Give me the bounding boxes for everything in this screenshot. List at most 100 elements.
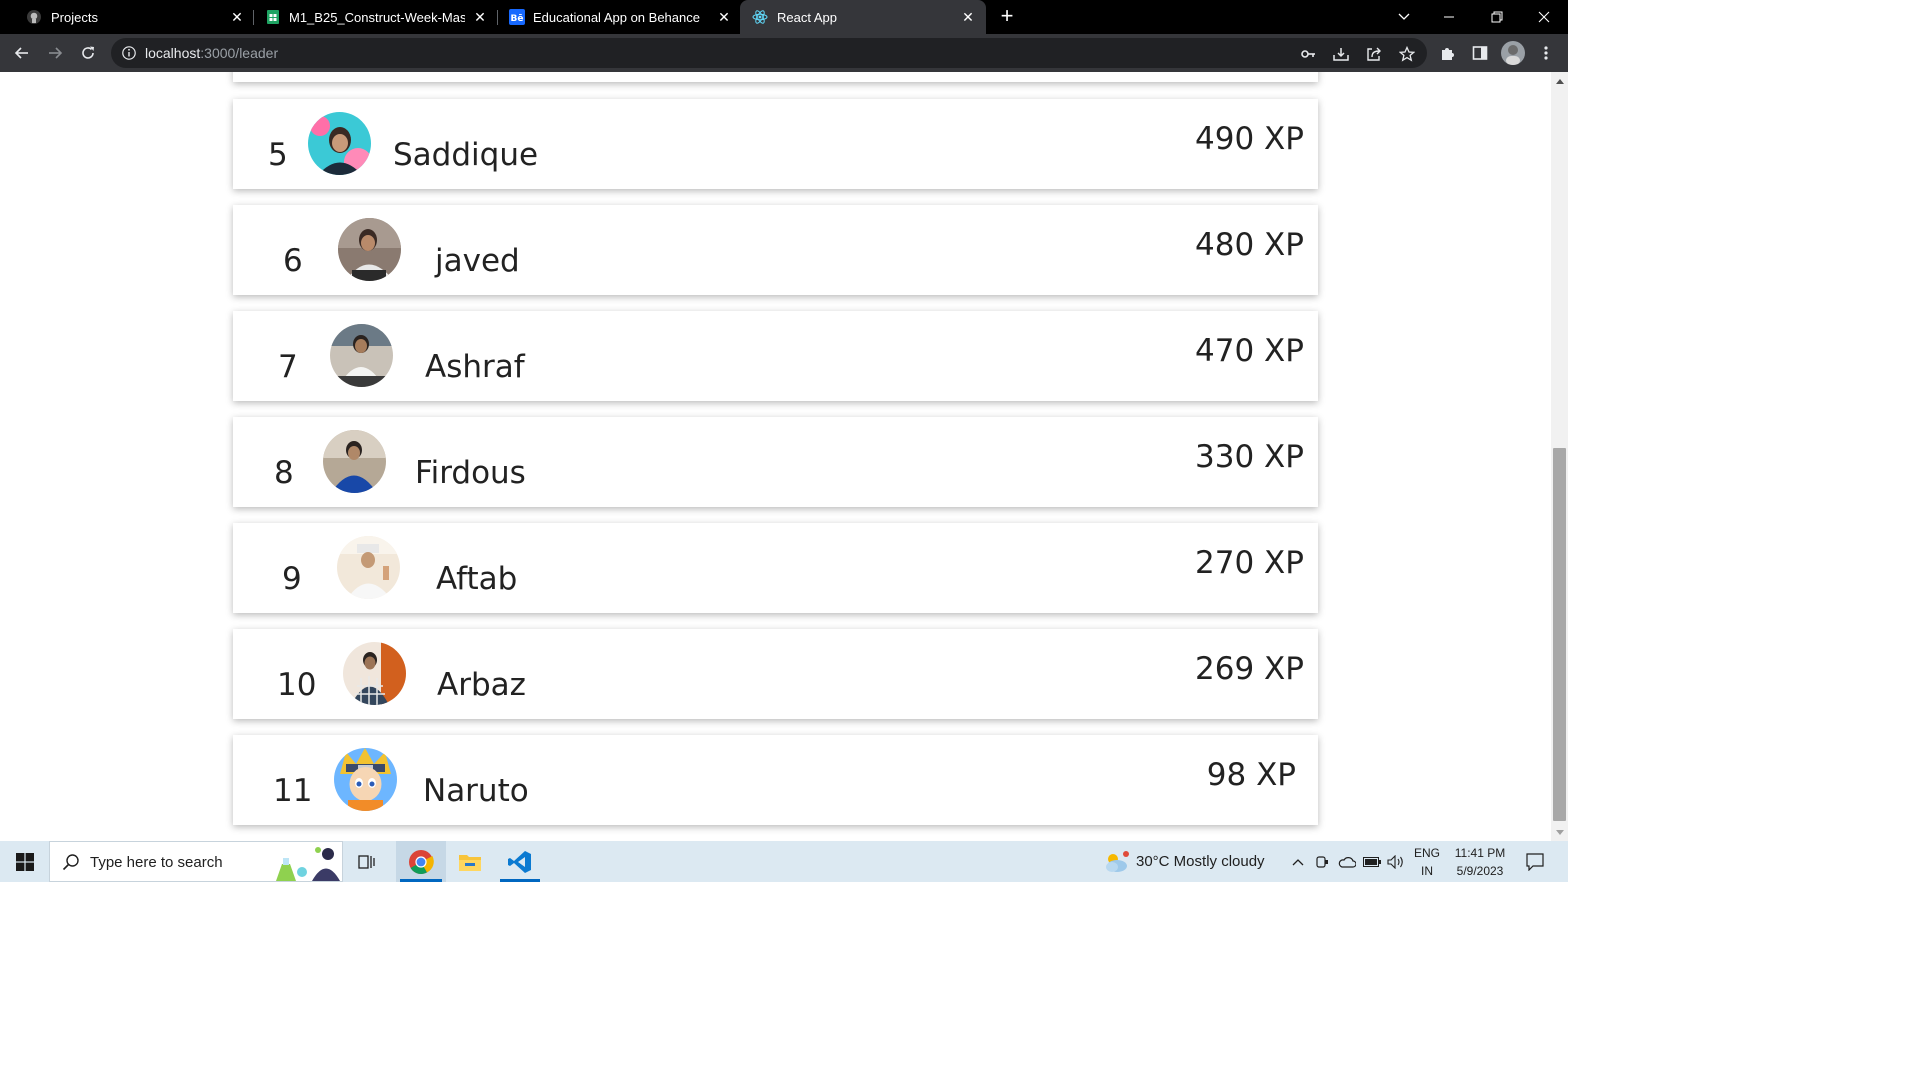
leaderboard-row: 9 Aftab 270 XP <box>233 523 1318 613</box>
reload-icon[interactable] <box>77 42 99 64</box>
address-bar[interactable]: localhost:3000/leader <box>111 38 1427 68</box>
user-avatar <box>337 536 400 599</box>
scroll-up-arrow-icon[interactable] <box>1551 74 1568 88</box>
back-arrow-icon[interactable] <box>11 42 33 64</box>
active-app-indicator <box>500 879 540 882</box>
active-app-indicator <box>400 879 442 882</box>
vscode-taskbar-icon[interactable] <box>496 841 544 882</box>
forward-arrow-icon[interactable] <box>44 42 66 64</box>
side-panel-icon[interactable] <box>1469 42 1491 64</box>
google-sheets-icon <box>265 9 281 25</box>
windows-start-icon[interactable] <box>0 841 49 882</box>
tab-title: M1_B25_Construct-Week-Master <box>289 10 465 25</box>
tab-search-icon[interactable] <box>1392 6 1416 28</box>
windows-taskbar: Type here to search 30°C Mostly cloudy E… <box>0 841 1568 882</box>
window-close-icon[interactable] <box>1532 6 1556 28</box>
xp-score: 98 XP <box>1206 757 1296 793</box>
url-text: localhost:3000/leader <box>145 45 278 61</box>
battery-icon[interactable] <box>1361 841 1383 882</box>
rank-number: 6 <box>283 243 303 279</box>
user-avatar <box>334 748 397 811</box>
volume-speaker-icon[interactable] <box>1385 841 1407 882</box>
leaderboard-row: 11 Naruto 98 XP <box>233 735 1318 825</box>
user-name: Naruto <box>423 773 529 809</box>
bookmark-star-icon[interactable] <box>1398 45 1416 63</box>
xp-score: 269 XP <box>1195 651 1304 687</box>
restore-icon[interactable] <box>1485 6 1509 28</box>
behance-icon: Bē <box>509 9 525 25</box>
show-hidden-icons-chevron-icon[interactable] <box>1290 841 1306 882</box>
install-app-icon[interactable] <box>1332 45 1350 63</box>
scrollbar-thumb[interactable] <box>1553 448 1566 821</box>
tab-react-app[interactable]: React App ✕ <box>740 0 986 34</box>
search-highlight-illustration-icon <box>268 842 342 881</box>
key-icon[interactable] <box>1299 45 1317 63</box>
leaderboard-row: 10 Arbaz 269 XP <box>233 629 1318 719</box>
tab-title: React App <box>777 10 837 25</box>
tab-title: Educational App on Behance <box>533 10 700 25</box>
xp-score: 490 XP <box>1195 121 1304 157</box>
user-name: javed <box>435 243 520 279</box>
search-icon <box>62 853 80 871</box>
weather-cloud-icon[interactable] <box>1100 841 1132 882</box>
clock-date[interactable]: 5/9/2023 <box>1448 864 1512 878</box>
site-info-icon[interactable] <box>121 45 137 61</box>
leaderboard-card-partial <box>233 72 1318 82</box>
vertical-scrollbar[interactable] <box>1551 72 1568 841</box>
behance-label: Bē <box>511 14 524 24</box>
leaderboard-row: 5 Saddique 490 XP <box>233 99 1318 189</box>
meet-now-icon[interactable] <box>1313 841 1331 882</box>
user-name: Arbaz <box>437 667 526 703</box>
rank-number: 9 <box>282 561 302 597</box>
onedrive-cloud-icon[interactable] <box>1336 841 1358 882</box>
close-icon[interactable]: ✕ <box>228 8 246 26</box>
browser-toolbar: localhost:3000/leader <box>0 34 1568 72</box>
user-avatar <box>308 112 371 175</box>
close-icon[interactable]: ✕ <box>959 8 977 26</box>
rank-number: 10 <box>277 667 317 703</box>
scroll-down-arrow-icon[interactable] <box>1551 825 1568 839</box>
leaderboard-row: 8 Firdous 330 XP <box>233 417 1318 507</box>
language-indicator-top[interactable]: ENG <box>1412 846 1442 860</box>
new-tab-button[interactable]: + <box>996 5 1018 28</box>
user-avatar <box>330 324 393 387</box>
task-view-icon[interactable] <box>352 841 382 882</box>
user-name: Ashraf <box>425 349 525 385</box>
close-icon[interactable]: ✕ <box>471 8 489 26</box>
url-path: :3000/leader <box>200 45 279 61</box>
xp-score: 270 XP <box>1195 545 1304 581</box>
taskbar-search-box[interactable]: Type here to search <box>49 841 343 882</box>
rank-number: 11 <box>273 773 313 809</box>
xp-score: 330 XP <box>1195 439 1304 475</box>
profile-avatar[interactable] <box>1501 41 1525 65</box>
xp-score: 470 XP <box>1195 333 1304 369</box>
chrome-taskbar-icon[interactable] <box>396 841 446 882</box>
clock-time[interactable]: 11:41 PM <box>1448 846 1512 860</box>
leaderboard-row: 6 javed 480 XP <box>233 205 1318 295</box>
xp-score: 480 XP <box>1195 227 1304 263</box>
file-explorer-icon[interactable] <box>446 841 494 882</box>
tab-sheets[interactable]: M1_B25_Construct-Week-Master ✕ <box>251 0 495 34</box>
page-viewport: 5 Saddique 490 XP 6 javed 480 XP 7 Ashra… <box>0 72 1551 841</box>
notification-center-icon[interactable] <box>1518 841 1552 882</box>
tab-projects[interactable]: Projects ✕ <box>6 0 250 34</box>
user-name: Firdous <box>415 455 526 491</box>
url-host: localhost <box>145 45 201 61</box>
user-avatar <box>343 642 406 705</box>
menu-dots-icon[interactable] <box>1535 42 1557 64</box>
rank-number: 8 <box>274 455 294 491</box>
weather-text[interactable]: 30°C Mostly cloudy <box>1136 853 1265 870</box>
rank-number: 7 <box>278 349 298 385</box>
user-avatar <box>323 430 386 493</box>
extensions-puzzle-icon[interactable] <box>1436 42 1458 64</box>
minimize-icon[interactable] <box>1437 6 1461 28</box>
browser-tab-strip: Projects ✕ M1_B25_Construct-Week-Master … <box>0 0 1568 34</box>
tab-title: Projects <box>51 10 98 25</box>
language-indicator-bottom[interactable]: IN <box>1412 864 1442 878</box>
close-icon[interactable]: ✕ <box>715 8 733 26</box>
user-avatar <box>338 218 401 281</box>
tab-behance[interactable]: Bē Educational App on Behance ✕ <box>495 0 739 34</box>
share-icon[interactable] <box>1365 45 1383 63</box>
user-name: Aftab <box>436 561 518 597</box>
search-placeholder: Type here to search <box>90 854 223 871</box>
